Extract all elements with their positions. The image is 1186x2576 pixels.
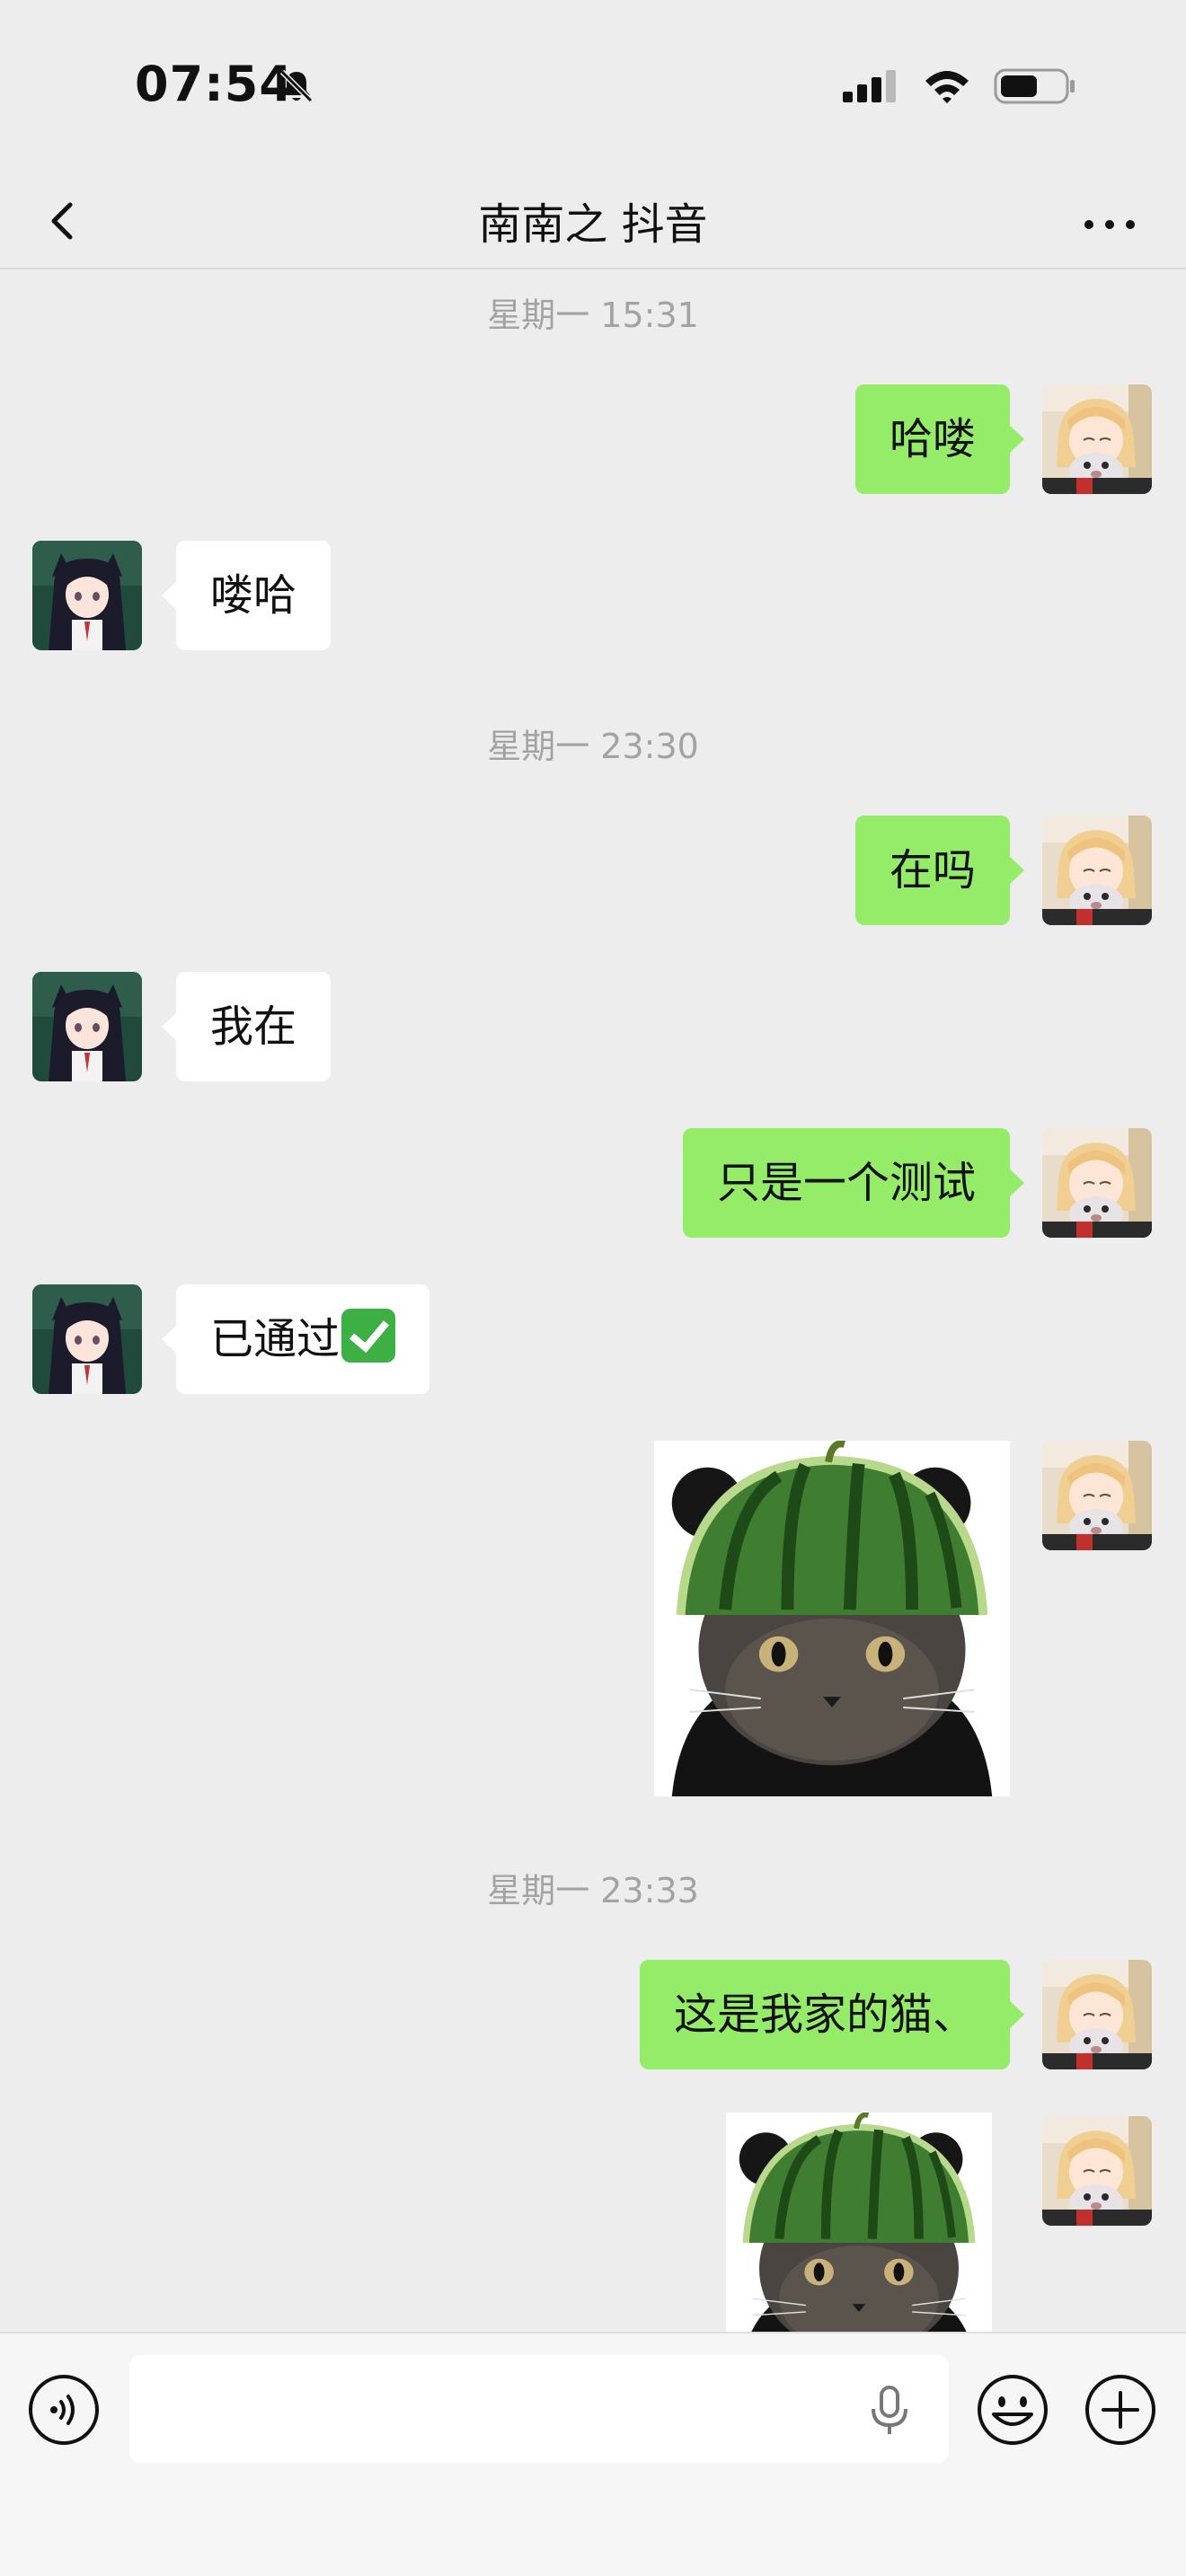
message-list[interactable]: 星期一 15:31 哈喽 喽哈 星期一 23:30 在吗 我在 只是一个测试 已… — [0, 269, 1186, 2332]
chat-header: 南南之 抖音 — [0, 171, 1186, 269]
message-bubble-received[interactable]: 喽哈 — [161, 541, 332, 650]
ellipsis-icon[interactable] — [1078, 185, 1141, 253]
my-avatar[interactable] — [1042, 1128, 1152, 1238]
cat-watermelon-sticker[interactable] — [726, 2113, 992, 2332]
message-timestamp: 星期一 15:31 — [487, 296, 699, 335]
cellular-signal-icon — [843, 70, 896, 102]
voice-mode-icon[interactable] — [27, 2373, 101, 2447]
cat-watermelon-sticker[interactable] — [654, 1441, 1010, 1796]
status-time: 07:54 — [135, 56, 294, 112]
plus-circle-icon[interactable] — [1084, 2373, 1157, 2447]
message-bubble-sent[interactable]: 在吗 — [854, 816, 1025, 925]
message-input[interactable] — [129, 2355, 949, 2463]
check-mark-button-emoji — [341, 1309, 396, 1363]
microphone-icon[interactable] — [864, 2384, 915, 2438]
my-avatar[interactable] — [1042, 816, 1152, 925]
contact-avatar[interactable] — [32, 541, 142, 650]
message-bubble-received[interactable]: 已通过 — [161, 1284, 430, 1394]
status-bar: 07:54 — [0, 0, 1186, 171]
smiley-face-icon[interactable] — [976, 2373, 1049, 2447]
contact-avatar[interactable] — [32, 1284, 142, 1394]
message-timestamp: 星期一 23:30 — [487, 727, 699, 766]
message-text: 已通过 — [210, 1314, 341, 1364]
chat-title: 南南之 抖音 — [478, 199, 708, 250]
wifi-icon — [925, 71, 969, 103]
contact-avatar[interactable] — [32, 972, 142, 1081]
message-bubble-sent[interactable]: 哈喽 — [854, 384, 1025, 494]
message-bubble-sent[interactable]: 这是我家的猫、 — [639, 1960, 1025, 2069]
message-bubble-received[interactable]: 我在 — [161, 972, 332, 1081]
my-avatar[interactable] — [1042, 384, 1152, 494]
message-bubble-sent[interactable]: 只是一个测试 — [682, 1128, 1025, 1238]
my-avatar[interactable] — [1042, 1441, 1152, 1550]
my-avatar[interactable] — [1042, 1960, 1152, 2069]
battery-icon — [994, 68, 1075, 104]
bell-slash-icon — [279, 69, 314, 103]
message-timestamp: 星期一 23:33 — [487, 1871, 699, 1910]
my-avatar[interactable] — [1042, 2116, 1152, 2226]
input-bar — [0, 2332, 1186, 2576]
